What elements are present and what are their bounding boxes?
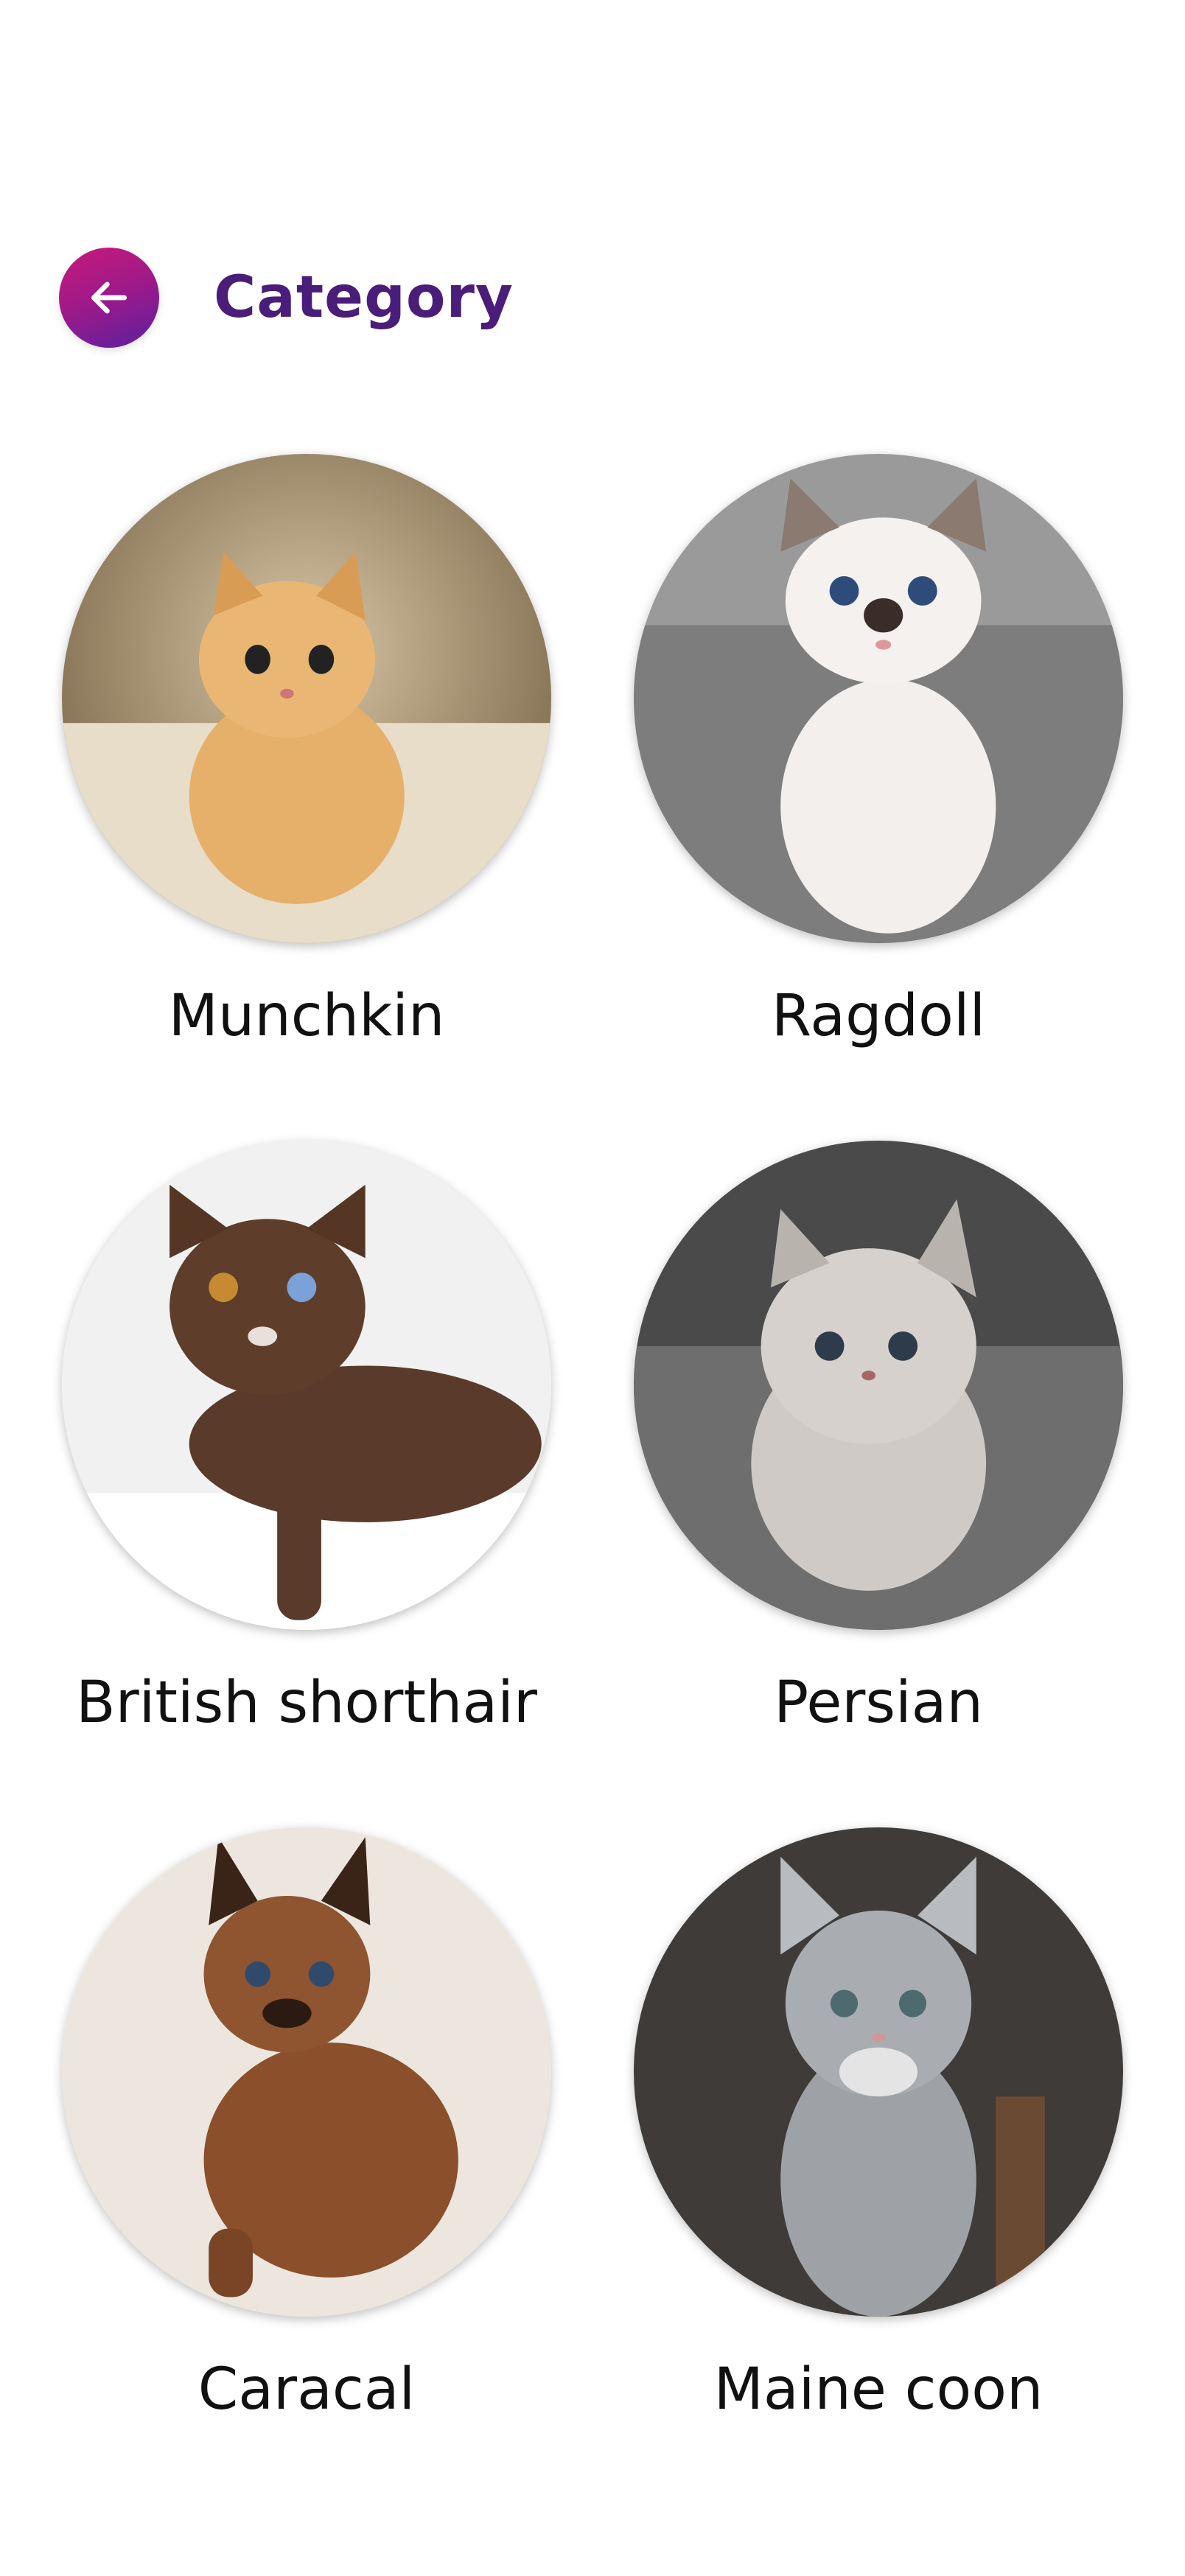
category-screen: Category Munchkin Ragdoll British shorth…: [0, 0, 1185, 2576]
category-card-ragdoll[interactable]: Ragdoll: [572, 454, 1147, 1117]
maine-coon-kitten-photo: [634, 1827, 1123, 2317]
category-card-british-shorthair[interactable]: British shorthair: [0, 1141, 575, 1804]
caracal-kitten-photo: [62, 1827, 551, 2317]
category-label: Caracal: [198, 2356, 416, 2423]
ragdoll-kitten-photo: [634, 454, 1123, 943]
category-label: British shorthair: [76, 1670, 537, 1736]
category-grid: Munchkin Ragdoll British shorthair Persi…: [0, 0, 1185, 2576]
category-label: Persian: [774, 1670, 983, 1736]
category-card-persian[interactable]: Persian: [572, 1141, 1147, 1804]
category-card-maine-coon[interactable]: Maine coon: [572, 1827, 1147, 2491]
persian-kitten-photo: [634, 1141, 1123, 1630]
category-label: Maine coon: [713, 2356, 1044, 2423]
british-shorthair-cat-photo: [62, 1141, 551, 1630]
category-card-munchkin[interactable]: Munchkin: [0, 454, 575, 1117]
category-label: Munchkin: [168, 983, 445, 1049]
munchkin-kitten-photo: [62, 454, 551, 943]
category-card-caracal[interactable]: Caracal: [0, 1827, 575, 2491]
category-label: Ragdoll: [771, 983, 986, 1049]
